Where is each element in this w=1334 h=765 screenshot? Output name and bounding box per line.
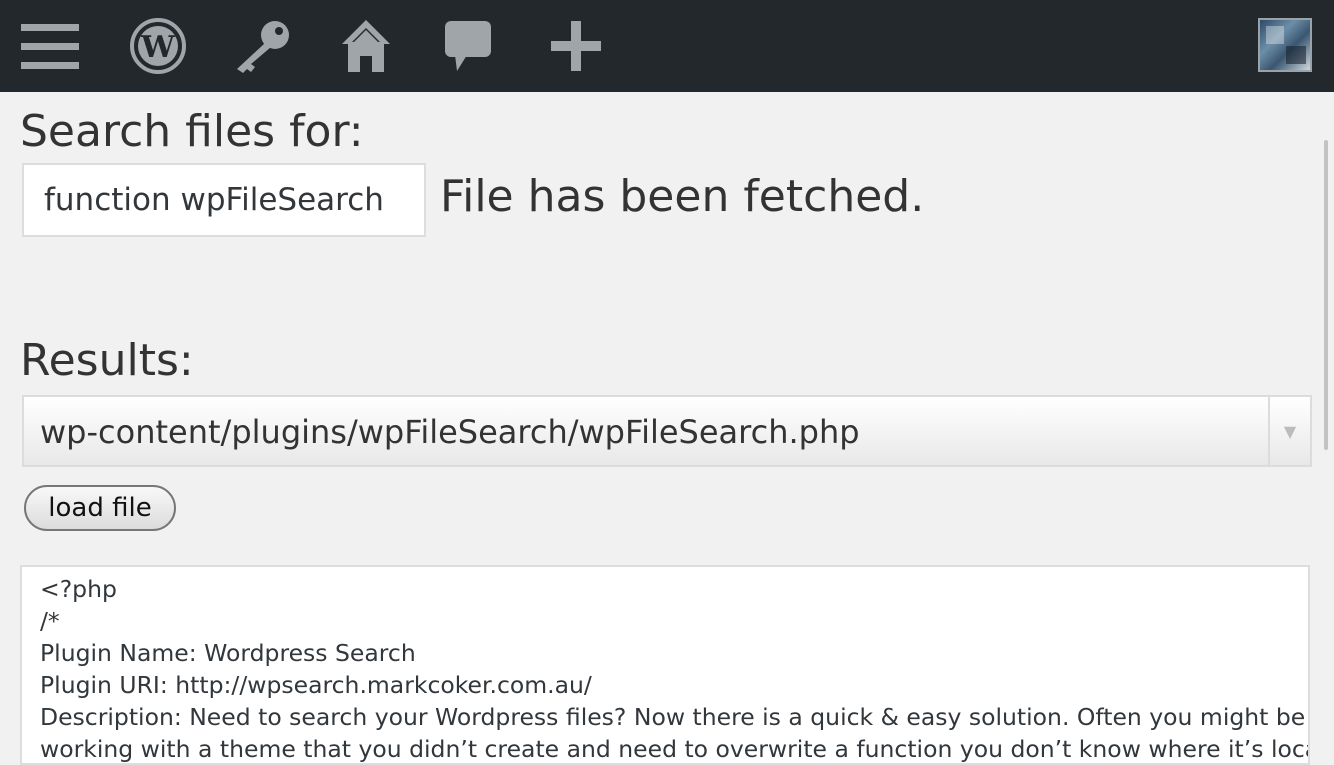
menu-icon[interactable]: [14, 12, 86, 80]
code-line: Description: Need to search your Wordpre…: [40, 703, 1306, 731]
results-select-value: wp-content/plugins/wpFileSearch/wpFileSe…: [40, 413, 860, 451]
code-line: working with a theme that you didn’t cre…: [40, 735, 1310, 763]
code-line: Plugin URI: http://wpsearch.markcoker.co…: [40, 671, 592, 699]
code-line: /*: [40, 607, 60, 635]
search-label: Search files for:: [20, 106, 364, 157]
results-label: Results:: [20, 335, 194, 386]
file-editor[interactable]: <?php /* Plugin Name: Wordpress Search P…: [20, 565, 1310, 765]
search-input[interactable]: function wpFileSearch: [22, 163, 426, 237]
load-file-button[interactable]: load file: [24, 485, 176, 531]
home-icon[interactable]: [330, 12, 402, 80]
chevron-down-icon[interactable]: ▼: [1268, 397, 1310, 465]
avatar[interactable]: [1258, 18, 1312, 72]
svg-text:W: W: [140, 30, 176, 65]
results-select[interactable]: wp-content/plugins/wpFileSearch/wpFileSe…: [22, 395, 1312, 467]
status-message: File has been fetched.: [440, 171, 925, 222]
code-line: Plugin Name: Wordpress Search: [40, 639, 416, 667]
wordpress-icon[interactable]: W: [122, 12, 194, 80]
page-scrollbar[interactable]: [1324, 140, 1328, 450]
key-icon[interactable]: [226, 12, 298, 80]
admin-bar: W: [0, 0, 1334, 92]
code-line: <?php: [40, 575, 117, 603]
plus-icon[interactable]: [540, 12, 612, 80]
comment-icon[interactable]: [432, 12, 504, 80]
